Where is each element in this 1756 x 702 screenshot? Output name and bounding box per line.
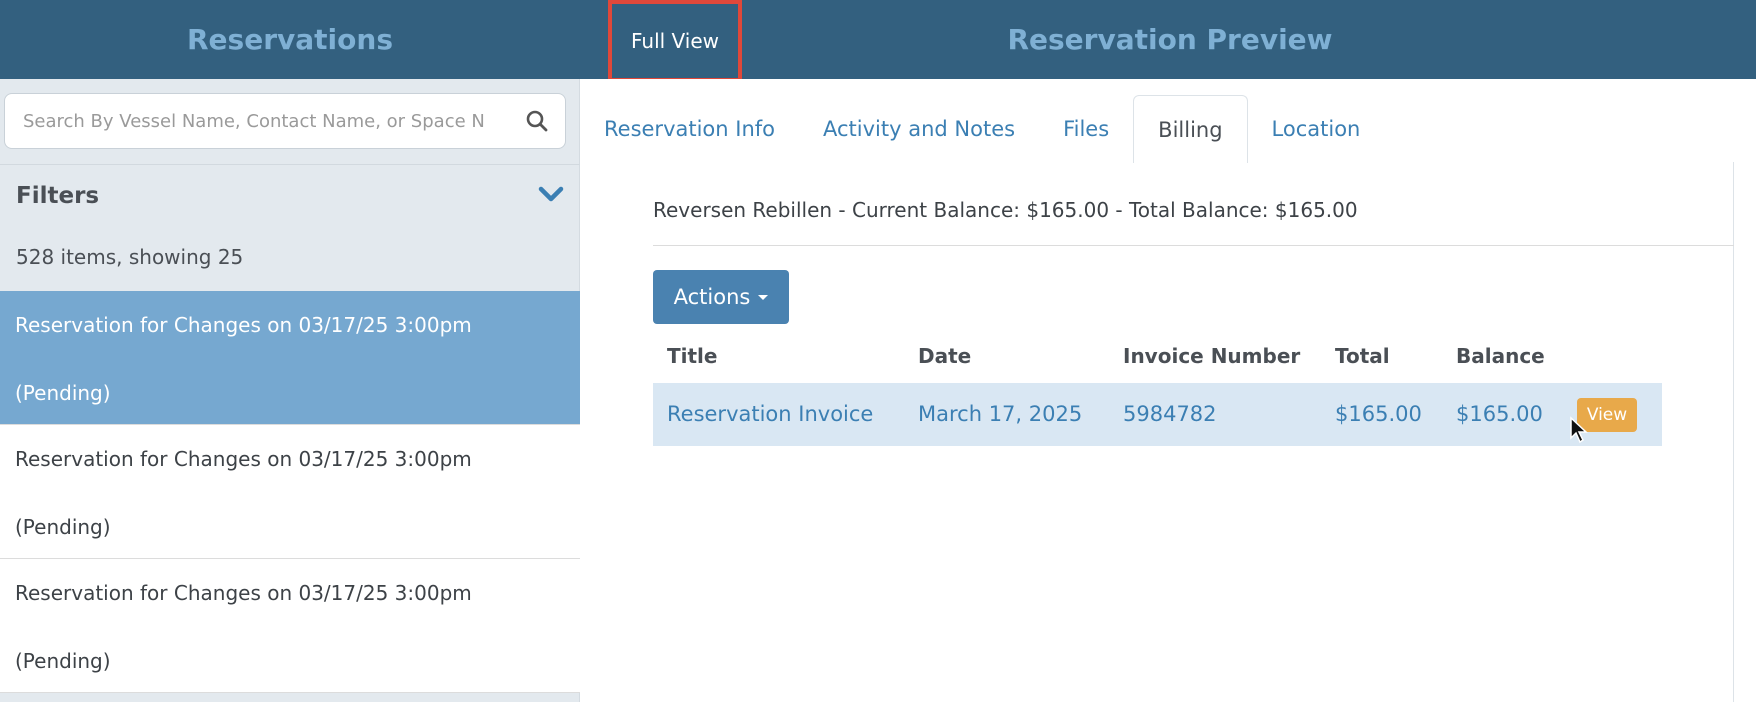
invoice-total[interactable]: $165.00 bbox=[1335, 402, 1422, 426]
reservations-title: Reservations bbox=[187, 23, 393, 56]
search-box bbox=[4, 93, 566, 149]
content-border bbox=[1733, 162, 1734, 702]
column-header: Title bbox=[667, 344, 718, 368]
full-view-button[interactable]: Full View bbox=[608, 0, 742, 82]
caret-down-icon bbox=[758, 294, 769, 300]
tab-files[interactable]: Files bbox=[1039, 95, 1133, 163]
filters-toggle[interactable]: Filters bbox=[0, 164, 580, 227]
tab-location[interactable]: Location bbox=[1248, 95, 1385, 163]
preview-tabs: Reservation Info Activity and Notes File… bbox=[580, 95, 1384, 163]
invoice-balance[interactable]: $165.00 bbox=[1456, 402, 1543, 426]
column-header: Total bbox=[1335, 344, 1390, 368]
column-header: Invoice Number bbox=[1123, 344, 1301, 368]
invoice-number[interactable]: 5984782 bbox=[1123, 402, 1217, 426]
tab-activity-notes[interactable]: Activity and Notes bbox=[799, 95, 1039, 163]
chevron-down-icon[interactable] bbox=[538, 185, 564, 207]
list-item[interactable]: Reservation for Changes on 03/17/25 3:00… bbox=[0, 425, 580, 559]
top-bar: Reservations Full View Reservation Previ… bbox=[0, 0, 1756, 82]
list-item-status: (Pending) bbox=[15, 649, 111, 673]
column-header: Balance bbox=[1456, 344, 1545, 368]
reservation-preview-title: Reservation Preview bbox=[1007, 23, 1333, 56]
actions-label: Actions bbox=[673, 285, 751, 309]
search-input[interactable] bbox=[5, 94, 509, 148]
list-item[interactable]: Reservation for Changes on 03/17/25 3:00… bbox=[0, 291, 580, 425]
mouse-pointer-icon bbox=[1569, 416, 1589, 448]
list-item-status: (Pending) bbox=[15, 515, 111, 539]
tab-reservation-info[interactable]: Reservation Info bbox=[580, 95, 799, 163]
table-row: Reservation Invoice March 17, 2025 59847… bbox=[653, 383, 1662, 446]
invoice-date[interactable]: March 17, 2025 bbox=[918, 402, 1082, 426]
list-item-title: Reservation for Changes on 03/17/25 3:00… bbox=[15, 313, 472, 337]
list-item-status: (Pending) bbox=[15, 381, 111, 405]
list-item-title: Reservation for Changes on 03/17/25 3:00… bbox=[15, 447, 472, 471]
divider bbox=[653, 245, 1734, 246]
balance-summary: Reversen Rebillen - Current Balance: $16… bbox=[653, 198, 1358, 222]
actions-dropdown-button[interactable]: Actions bbox=[653, 270, 789, 324]
search-icon[interactable] bbox=[509, 93, 565, 149]
invoice-table-header: Title Date Invoice Number Total Balance bbox=[653, 325, 1662, 383]
list-item-title: Reservation for Changes on 03/17/25 3:00… bbox=[15, 581, 472, 605]
items-count: 528 items, showing 25 bbox=[16, 245, 244, 269]
list-item[interactable]: Reservation for Changes on 03/17/25 3:00… bbox=[0, 559, 580, 693]
filters-label: Filters bbox=[16, 183, 100, 209]
column-header: Date bbox=[918, 344, 972, 368]
invoice-title-link[interactable]: Reservation Invoice bbox=[667, 402, 873, 426]
tab-billing[interactable]: Billing bbox=[1133, 95, 1248, 163]
